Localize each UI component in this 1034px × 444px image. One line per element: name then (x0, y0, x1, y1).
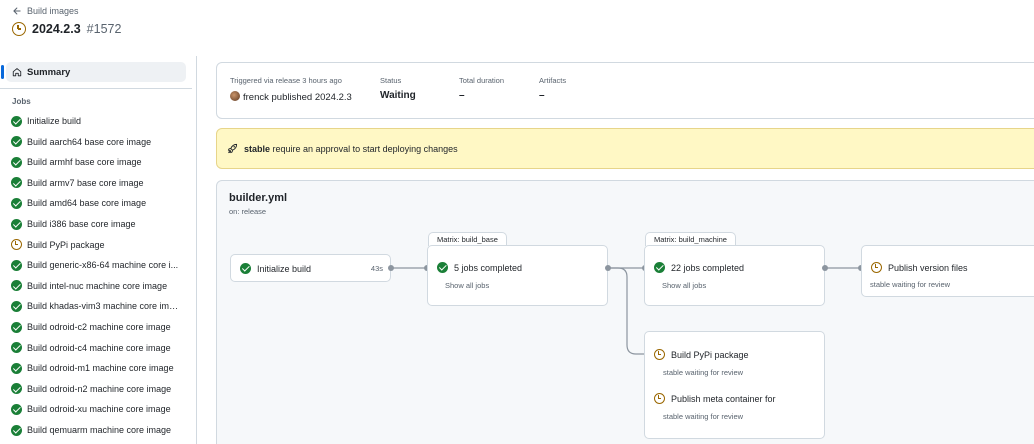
job-duration: 43s (370, 264, 383, 273)
success-icon (654, 262, 665, 273)
job-node-status: stable waiting for review (663, 412, 744, 421)
job-node-label: Publish meta container for (671, 393, 776, 404)
success-icon (437, 262, 448, 273)
job-node-label: Initialize build (257, 263, 312, 274)
job-node-status: stable waiting for review (870, 280, 951, 289)
edge-dot (605, 265, 611, 271)
job-node-initialize-build[interactable]: Initialize build 43s (230, 254, 391, 282)
clock-icon (654, 393, 665, 404)
job-node-status: stable waiting for review (663, 368, 744, 377)
edge-dot (822, 265, 828, 271)
clock-icon (871, 262, 882, 273)
show-all-jobs-link[interactable]: Show all jobs (445, 281, 489, 290)
job-node-label: Build PyPi package (671, 349, 749, 360)
job-node-pypi[interactable]: Build PyPi package (654, 349, 749, 360)
job-node-label: 5 jobs completed (454, 262, 523, 273)
edge-dot (388, 265, 394, 271)
clock-icon (654, 349, 665, 360)
show-all-jobs-link[interactable]: Show all jobs (662, 281, 706, 290)
job-node-label: 22 jobs completed (671, 262, 745, 273)
job-node-group-waiting: Build PyPi package stable waiting for re… (644, 331, 825, 439)
matrix-tag-build-machine: Matrix: build_machine (645, 232, 736, 246)
job-node-matrix-build-base[interactable]: 5 jobs completed Show all jobs (427, 245, 608, 306)
job-node-matrix-build-machine[interactable]: 22 jobs completed Show all jobs (644, 245, 825, 306)
success-icon (240, 263, 251, 274)
job-node-meta-container[interactable]: Publish meta container for (654, 393, 776, 404)
job-node-label: Publish version files (888, 262, 968, 273)
matrix-tag-build-base: Matrix: build_base (428, 232, 507, 246)
graph-edges (391, 267, 861, 355)
job-node-publish-version-files[interactable]: Publish version files stable waiting for… (861, 245, 1034, 297)
